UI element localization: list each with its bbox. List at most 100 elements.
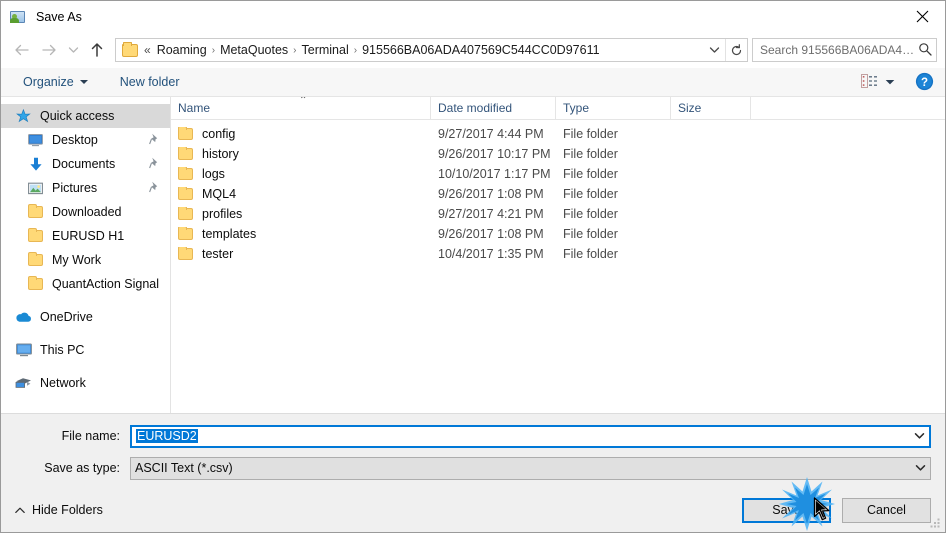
table-row[interactable]: logs 10/10/2017 1:17 PM File folder [171, 164, 945, 184]
sidebar-item-label: Documents [52, 157, 116, 171]
file-name-row: File name: EURUSD2 [15, 424, 931, 448]
cancel-button[interactable]: Cancel [842, 497, 931, 523]
recent-locations-icon[interactable] [63, 37, 83, 63]
help-icon[interactable]: ? [915, 72, 935, 92]
cancel-button-label: Cancel [867, 503, 906, 517]
resize-grip-icon[interactable] [929, 517, 941, 529]
table-row[interactable]: templates 9/26/2017 1:08 PM File folder [171, 224, 945, 244]
save-button[interactable]: Save [742, 497, 831, 523]
folder-icon [27, 228, 44, 244]
table-row[interactable]: config 9/27/2017 4:44 PM File folder [171, 124, 945, 144]
folder-icon [27, 276, 44, 292]
folder-icon [27, 252, 44, 268]
file-list: Name ⌃ Date modified Type Size config 9/… [171, 97, 945, 413]
pin-icon[interactable] [149, 133, 164, 148]
file-name-cell: profiles [171, 207, 431, 221]
file-date-cell: 9/27/2017 4:44 PM [438, 127, 544, 141]
search-input[interactable]: Search 915566BA06ADA40756... [752, 38, 937, 62]
save-button-label: Save [772, 503, 801, 517]
file-name-label: MQL4 [202, 187, 237, 201]
forward-arrow-icon[interactable] [35, 37, 63, 63]
chevron-down-icon[interactable] [703, 39, 725, 61]
column-header-filler [751, 97, 945, 119]
sidebar-item-my-work[interactable]: My Work [1, 248, 170, 272]
onedrive-icon [15, 309, 32, 325]
table-row[interactable]: profiles 9/27/2017 4:21 PM File folder [171, 204, 945, 224]
file-name-label: profiles [202, 207, 243, 221]
app-icon [9, 8, 27, 26]
dialog-body: Quick access Desktop Documents Pictures … [1, 97, 945, 413]
sidebar-item-label: Pictures [52, 181, 98, 195]
pin-icon[interactable] [149, 181, 164, 196]
breadcrumb-item-roaming[interactable]: Roaming [153, 42, 211, 58]
breadcrumb-item-metaquotes[interactable]: MetaQuotes [216, 42, 292, 58]
up-arrow-icon[interactable] [83, 37, 111, 63]
file-name-cell: history [171, 147, 431, 161]
file-date-cell: 10/10/2017 1:17 PM [438, 167, 551, 181]
pictures-icon [27, 180, 44, 196]
chevron-down-icon [885, 75, 895, 89]
new-folder-button[interactable]: New folder [112, 72, 188, 92]
folder-icon [27, 204, 44, 220]
table-row[interactable]: tester 10/4/2017 1:35 PM File folder [171, 244, 945, 264]
breadcrumb-item-current[interactable]: 915566BA06ADA407569C544CC0D97611 [358, 42, 603, 58]
hide-folders-button[interactable]: Hide Folders [15, 503, 103, 517]
back-arrow-icon[interactable] [7, 37, 35, 63]
chevron-down-icon[interactable] [909, 432, 929, 440]
column-header-type[interactable]: Type [556, 97, 671, 119]
sidebar-item-this-pc[interactable]: This PC [1, 338, 170, 362]
file-name-input[interactable]: EURUSD2 [130, 424, 931, 448]
sidebar-item-eurusd-h1[interactable]: EURUSD H1 [1, 224, 170, 248]
sidebar-item-quick-access[interactable]: Quick access [1, 104, 170, 128]
column-header-label: Type [563, 101, 590, 115]
sidebar-item-desktop[interactable]: Desktop [1, 128, 170, 152]
column-header-date-modified[interactable]: Date modified [431, 97, 556, 119]
sidebar-item-downloaded[interactable]: Downloaded [1, 200, 170, 224]
chevron-up-icon [15, 503, 25, 517]
file-type-cell: File folder [563, 127, 618, 141]
file-name-cell: MQL4 [171, 187, 431, 201]
folder-icon [178, 167, 193, 180]
sidebar-item-pictures[interactable]: Pictures [1, 176, 170, 200]
organize-button[interactable]: Organize [15, 72, 96, 92]
chevron-down-icon[interactable] [910, 464, 930, 472]
file-name-cell: config [171, 127, 431, 141]
breadcrumb-overflow[interactable]: « [144, 43, 151, 57]
folder-icon [178, 127, 193, 140]
sidebar-item-documents[interactable]: Documents [1, 152, 170, 176]
column-header-size[interactable]: Size [671, 97, 751, 119]
table-row[interactable]: history 9/26/2017 10:17 PM File folder [171, 144, 945, 164]
sidebar-item-label: OneDrive [40, 310, 93, 324]
file-date-cell: 9/27/2017 4:21 PM [438, 207, 544, 221]
command-bar: Organize New folder ? [1, 68, 945, 97]
view-options-button[interactable] [855, 72, 901, 93]
pin-icon[interactable] [149, 157, 164, 172]
dialog-buttons: Save Cancel [742, 497, 931, 523]
sidebar-item-label: Network [40, 376, 86, 390]
sidebar-item-network[interactable]: Network [1, 371, 170, 395]
sidebar-item-onedrive[interactable]: OneDrive [1, 305, 170, 329]
file-type-cell: File folder [563, 247, 618, 261]
table-row[interactable]: MQL4 9/26/2017 1:08 PM File folder [171, 184, 945, 204]
sidebar-item-label: This PC [40, 343, 85, 357]
close-button[interactable] [899, 1, 945, 31]
refresh-icon[interactable] [725, 39, 747, 61]
sidebar-item-label: Quick access [40, 109, 115, 123]
file-name-cell: templates [171, 227, 431, 241]
new-folder-label: New folder [119, 75, 180, 89]
file-name-cell: tester [171, 247, 431, 261]
file-type-select[interactable]: ASCII Text (*.csv) [130, 456, 931, 480]
breadcrumb-item-terminal[interactable]: Terminal [298, 42, 353, 58]
sidebar-item-quantaction-signal[interactable]: QuantAction Signal [1, 272, 170, 296]
column-header-label: Size [678, 101, 702, 115]
search-placeholder: Search 915566BA06ADA40756... [760, 43, 918, 57]
file-date-cell: 9/26/2017 10:17 PM [438, 147, 551, 161]
column-header-name[interactable]: Name ⌃ [171, 97, 431, 119]
file-type-row: Save as type: ASCII Text (*.csv) [15, 456, 931, 480]
file-type-cell: File folder [563, 187, 618, 201]
breadcrumb[interactable]: « Roaming › MetaQuotes › Terminal › 9155… [115, 38, 748, 62]
file-name-label: config [202, 127, 236, 141]
search-icon[interactable] [918, 42, 932, 59]
file-date-cell: 10/4/2017 1:35 PM [438, 247, 544, 261]
file-name-label: templates [202, 227, 257, 241]
